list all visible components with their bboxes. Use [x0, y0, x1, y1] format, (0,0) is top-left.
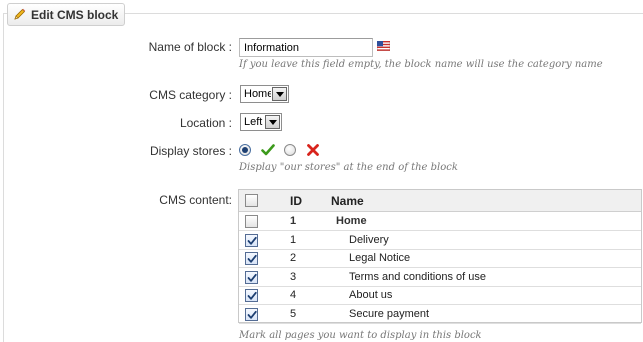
- cross-icon: [307, 144, 319, 156]
- cms-category-value: Home: [244, 88, 271, 100]
- display-stores-hint: Display "our stores" at the end of the b…: [239, 162, 458, 173]
- cms-content-table: ID Name 1 Home 1 Delivery 2 Legal Notice 3 Term…: [238, 189, 642, 324]
- row-id: 3: [290, 270, 297, 283]
- row-name: Terms and conditions of use: [349, 270, 486, 283]
- name-hint: If you leave this field empty, the block…: [239, 59, 603, 70]
- page-row: 5 Secure payment: [239, 305, 641, 324]
- page-checkbox[interactable]: [245, 289, 258, 303]
- location-select[interactable]: Left: [240, 113, 282, 131]
- page-checkbox[interactable]: [245, 233, 258, 247]
- check-icon: [261, 144, 275, 156]
- select-all-checkbox[interactable]: [245, 194, 258, 207]
- category-checkbox[interactable]: [245, 215, 258, 228]
- location-value: Left: [244, 116, 263, 128]
- row-id: 5: [290, 308, 297, 320]
- block-name-input[interactable]: [239, 38, 373, 57]
- cms-category-select[interactable]: Home: [240, 85, 289, 103]
- column-header-id: ID: [290, 194, 302, 208]
- pencil-icon: [13, 8, 26, 21]
- row-name: Home: [336, 215, 367, 227]
- name-label: Name of block :: [148, 40, 232, 54]
- legend-title: Edit CMS block: [31, 7, 119, 22]
- table-header: ID Name: [239, 190, 641, 212]
- row-name: About us: [349, 289, 393, 302]
- page-row: 3 Terms and conditions of use: [239, 268, 641, 287]
- chevron-down-icon: [265, 115, 280, 129]
- chevron-down-icon: [272, 87, 287, 101]
- page-row: 1 Delivery: [239, 231, 641, 250]
- page-checkbox[interactable]: [245, 252, 258, 266]
- display-stores-no-radio[interactable]: [284, 144, 296, 156]
- category-row: 1 Home: [239, 212, 641, 231]
- column-header-name: Name: [331, 194, 364, 208]
- page-checkbox[interactable]: [245, 308, 258, 321]
- row-id: 2: [290, 252, 297, 265]
- us-flag-icon[interactable]: [377, 41, 390, 51]
- cms-content-hint: Mark all pages you want to display in th…: [239, 330, 482, 341]
- cms-content-label: CMS content:: [159, 193, 232, 207]
- row-id: 1: [290, 233, 297, 246]
- row-name: Legal Notice: [349, 252, 411, 265]
- location-label: Location :: [179, 116, 232, 130]
- row-name: Secure payment: [349, 308, 430, 320]
- row-id: 4: [290, 289, 297, 302]
- page-row: 4 About us: [239, 286, 641, 306]
- display-stores-label: Display stores :: [149, 144, 232, 158]
- category-label: CMS category :: [149, 88, 232, 102]
- fieldset-legend: Edit CMS block: [7, 3, 126, 26]
- row-id: 1: [290, 215, 297, 227]
- page-checkbox[interactable]: [245, 270, 258, 284]
- page-row: 2 Legal Notice: [239, 249, 641, 269]
- display-stores-yes-radio[interactable]: [239, 144, 251, 156]
- row-name: Delivery: [349, 233, 389, 246]
